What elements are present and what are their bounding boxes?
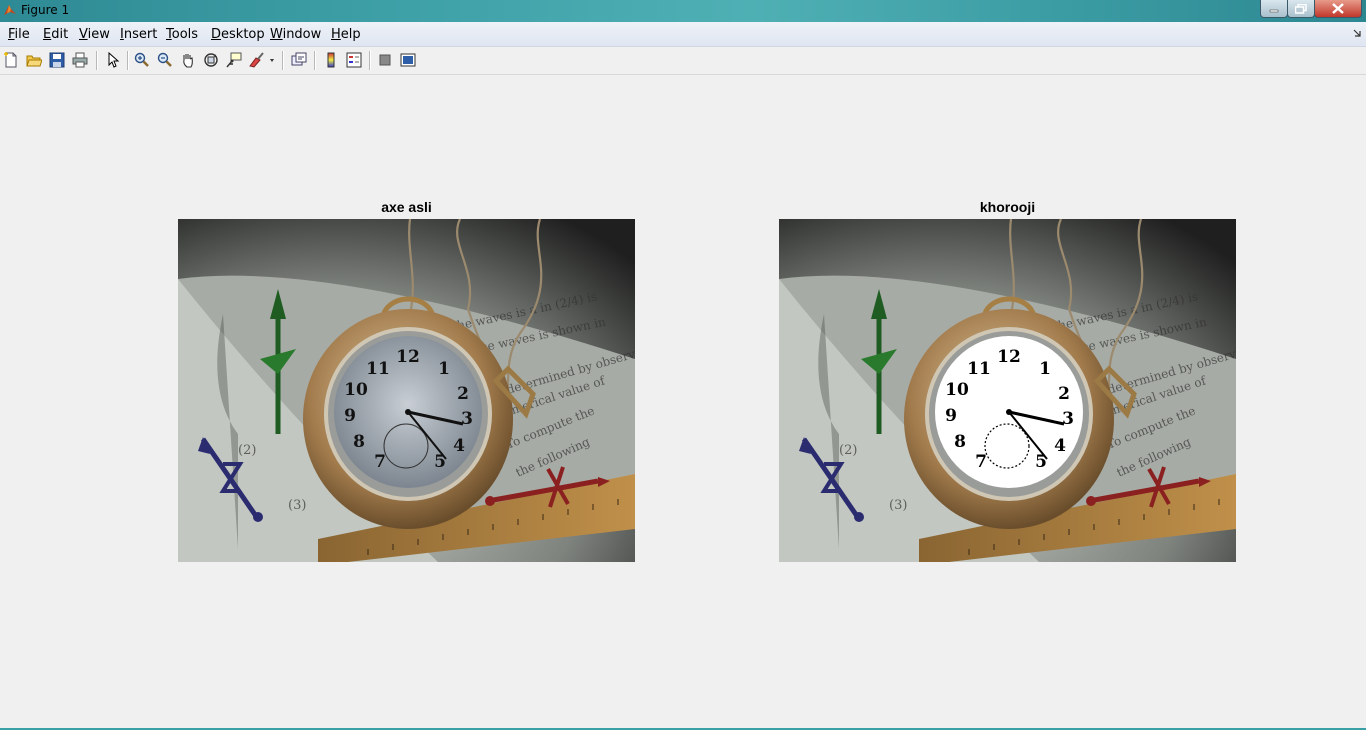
close-icon (1332, 3, 1344, 14)
menu-file[interactable]: File (8, 27, 30, 42)
colorbar-button[interactable] (322, 51, 340, 69)
close-button[interactable] (1314, 0, 1362, 18)
svg-text:4: 4 (453, 436, 465, 456)
save-button[interactable] (48, 51, 66, 69)
zoom-in-icon (134, 52, 149, 67)
svg-text:11: 11 (967, 359, 991, 379)
data-cursor-icon (226, 52, 242, 68)
open-file-icon (26, 55, 42, 67)
brush-icon (249, 52, 274, 68)
link-plot-icon (291, 52, 307, 66)
axes-title-enhanced: khorooji (979, 199, 1036, 215)
svg-text:8: 8 (954, 432, 966, 452)
window-title: Figure 1 (21, 3, 70, 17)
svg-text:4: 4 (1054, 436, 1066, 456)
show-plot-tools-button[interactable] (399, 51, 417, 69)
svg-text:(2): (2) (238, 443, 256, 458)
svg-text:10: 10 (344, 380, 368, 400)
rotate-3d-icon (204, 53, 218, 67)
toolbar-separator (282, 51, 284, 70)
rotate-3d-button[interactable] (202, 51, 220, 69)
zoom-out-button[interactable] (156, 51, 174, 69)
svg-text:2: 2 (1058, 384, 1070, 404)
edit-plot-button[interactable] (103, 51, 121, 69)
maximize-button[interactable] (1287, 0, 1315, 18)
figure-toolbar (0, 47, 1366, 75)
svg-text:10: 10 (945, 380, 969, 400)
matlab-logo-icon (4, 5, 16, 15)
edit-plot-arrow-icon (108, 52, 120, 68)
menu-insert[interactable]: Insert (120, 27, 157, 42)
svg-text:11: 11 (366, 359, 390, 379)
image-axes-enhanced[interactable]: at the waves is a in (2/4) is of these w… (779, 219, 1236, 562)
svg-text:2: 2 (457, 384, 469, 404)
colorbar-icon (327, 52, 335, 68)
menu-help[interactable]: Help (331, 27, 361, 42)
svg-text:1: 1 (438, 359, 450, 379)
pan-button[interactable] (179, 51, 197, 69)
svg-text:9: 9 (945, 406, 957, 426)
pocket-watch-enhanced-image: at the waves is a in (2/4) is of these w… (779, 219, 1236, 562)
axes-title-original: axe asli (381, 199, 432, 215)
zoom-out-icon (157, 52, 172, 67)
window-titlebar[interactable]: Figure 1 (0, 0, 1366, 22)
toolbar-separator (96, 51, 98, 70)
menu-view[interactable]: View (79, 27, 110, 42)
show-plot-tools-icon (400, 53, 416, 67)
svg-text:1: 1 (1039, 359, 1051, 379)
svg-text:(2): (2) (839, 443, 857, 458)
minimize-icon (1269, 9, 1279, 12)
menu-window[interactable]: Window (270, 27, 321, 42)
svg-text:5: 5 (434, 452, 446, 472)
menu-tools[interactable]: Tools (166, 27, 198, 42)
toolbar-separator (127, 51, 129, 70)
data-cursor-button[interactable] (225, 51, 243, 69)
open-file-button[interactable] (25, 51, 43, 69)
maximize-icon (1295, 3, 1307, 14)
zoom-in-button[interactable] (133, 51, 151, 69)
pocket-watch-original-image: at the waves is a in (2/4) is of these w… (178, 219, 635, 562)
svg-text:12: 12 (997, 347, 1021, 367)
image-axes-original[interactable]: at the waves is a in (2/4) is of these w… (178, 219, 635, 562)
legend-button[interactable] (345, 51, 363, 69)
svg-text:3: 3 (1062, 409, 1074, 429)
legend-icon (346, 52, 362, 68)
svg-text:(3): (3) (889, 498, 907, 513)
menu-edit[interactable]: Edit (43, 27, 68, 42)
dock-arrow-icon[interactable] (1352, 28, 1362, 38)
toolbar-separator (369, 51, 371, 70)
brush-button[interactable] (248, 51, 276, 69)
svg-text:8: 8 (353, 432, 365, 452)
hide-plot-tools-button[interactable] (376, 51, 394, 69)
svg-text:9: 9 (344, 406, 356, 426)
new-figure-button[interactable] (2, 51, 20, 69)
print-icon (72, 52, 88, 68)
svg-text:(3): (3) (288, 498, 306, 513)
toolbar-separator (314, 51, 316, 70)
svg-text:7: 7 (374, 452, 386, 472)
svg-text:5: 5 (1035, 452, 1047, 472)
svg-text:7: 7 (975, 452, 987, 472)
svg-text:12: 12 (396, 347, 420, 367)
pan-hand-icon (183, 54, 193, 68)
minimize-button[interactable] (1260, 0, 1288, 18)
link-plot-button[interactable] (290, 51, 308, 69)
menu-desktop[interactable]: Desktop (211, 27, 265, 42)
new-figure-icon (4, 52, 17, 68)
print-button[interactable] (71, 51, 89, 69)
menu-bar: File Edit View Insert Tools Desktop Wind… (0, 22, 1366, 47)
svg-text:3: 3 (461, 409, 473, 429)
save-icon (49, 52, 65, 68)
hide-plot-tools-icon (379, 54, 391, 66)
